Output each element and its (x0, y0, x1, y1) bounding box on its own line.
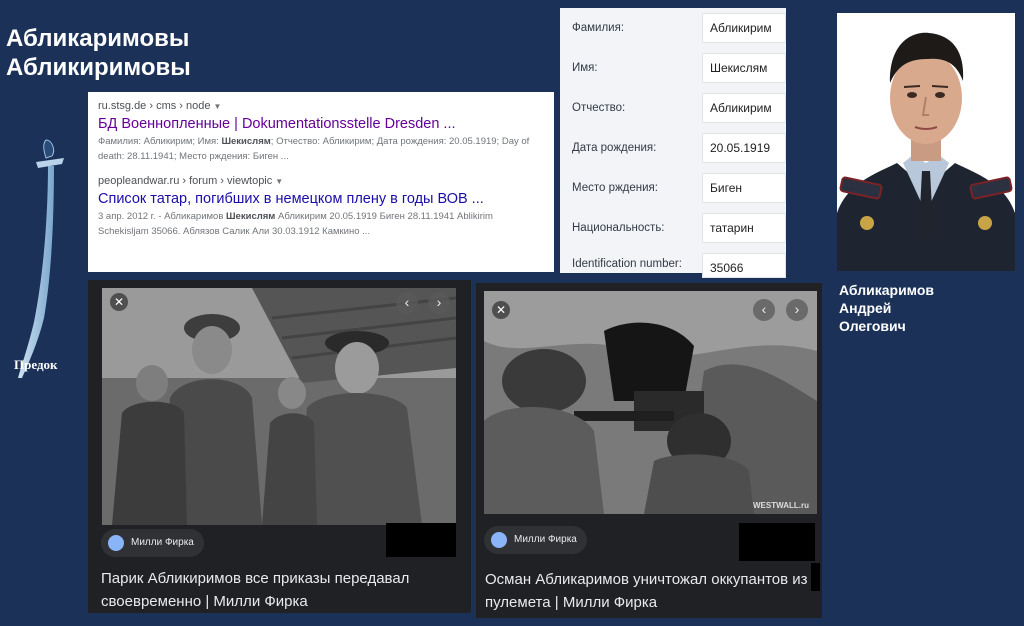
record-row-birth-place: Место рждения: Биген (560, 168, 786, 208)
result-title-link[interactable]: БД Военнопленные | Dokumentationsstelle … (98, 114, 546, 134)
result-title-link[interactable]: Список татар, погибших в немецком плену … (98, 189, 546, 209)
record-value: Шекислям (702, 53, 786, 83)
photo-watermark: WESTWALL.ru (753, 501, 809, 510)
result-snippet: Фамилия: Абликирим; Имя: Шекислям; Отчес… (98, 136, 530, 162)
chevron-right-icon[interactable]: › (786, 299, 808, 321)
chevron-right-icon[interactable]: › (428, 292, 450, 314)
chevron-down-icon[interactable]: ▼ (214, 102, 222, 111)
redaction-block (386, 523, 456, 557)
redaction-block (739, 523, 815, 561)
record-value: 20.05.1919 (702, 133, 786, 163)
result-breadcrumb[interactable]: ru.stsg.de › cms › node ▼ (98, 99, 546, 114)
result-breadcrumb[interactable]: peopleandwar.ru › forum › viewtopic ▼ (98, 174, 546, 189)
chevron-left-icon[interactable]: ‹ (753, 299, 775, 321)
image-result-card[interactable]: WESTWALL.ru ✕ ‹ › Милли Фирка Осман Абли… (476, 283, 822, 618)
chevron-left-icon[interactable]: ‹ (396, 292, 418, 314)
record-row-name: Имя: Шекислям (560, 48, 786, 88)
search-result: peopleandwar.ru › forum › viewtopic ▼ Спи… (98, 174, 546, 239)
record-value: Абликирим (702, 93, 786, 123)
record-value: Абликирим (702, 13, 786, 43)
record-row-surname: Фамилия: Абликирим (560, 8, 786, 48)
ancestor-sabre-image (12, 132, 72, 382)
image-caption[interactable]: Осман Абликаримов уничтожал оккупантов и… (485, 568, 815, 614)
source-chip[interactable]: Милли Фирка (101, 529, 204, 557)
ancestor-label: Предок (14, 357, 58, 372)
close-icon[interactable]: ✕ (110, 293, 128, 311)
soldiers-photo[interactable] (102, 288, 456, 525)
person-name: Абликаримов Андрей Олегович (839, 282, 935, 334)
record-row-nationality: Национальность: татарин (560, 208, 786, 248)
surname-line-1: Абликаримовы (6, 25, 190, 52)
surname-line-2: Абликиримовы (6, 54, 191, 81)
chevron-down-icon[interactable]: ▼ (275, 177, 283, 186)
image-caption[interactable]: Парик Абликиримов все приказы передавал … (101, 567, 461, 613)
police-officer-portrait (837, 13, 1015, 271)
record-row-patronymic: Отчество: Абликирим (560, 88, 786, 128)
search-results-panel: ru.stsg.de › cms › node ▼ БД Военнопленны… (88, 92, 554, 272)
close-icon[interactable]: ✕ (492, 301, 510, 319)
search-result: ru.stsg.de › cms › node ▼ БД Военнопленны… (98, 99, 546, 164)
machine-gunners-photo[interactable]: WESTWALL.ru (484, 291, 817, 514)
result-snippet: 3 апр. 2012 г. - Абликаримов Шекислям Аб… (98, 211, 493, 237)
prisoner-record-table: Фамилия: Абликирим Имя: Шекислям Отчеств… (560, 8, 786, 278)
record-value: 35066 (702, 253, 786, 278)
image-result-card[interactable]: ✕ ‹ › Милли Фирка Парик Абликиримов все … (88, 280, 471, 613)
record-row-id-number: Identification number: 35066 (560, 248, 786, 278)
record-row-birth-date: Дата рождения: 20.05.1919 (560, 128, 786, 168)
globe-icon (491, 532, 507, 548)
globe-icon (108, 535, 124, 551)
page-title: Абликаримовы Абликиримовы (6, 24, 191, 82)
record-value: татарин (702, 213, 786, 243)
record-value: Биген (702, 173, 786, 203)
source-chip[interactable]: Милли Фирка (484, 526, 587, 554)
